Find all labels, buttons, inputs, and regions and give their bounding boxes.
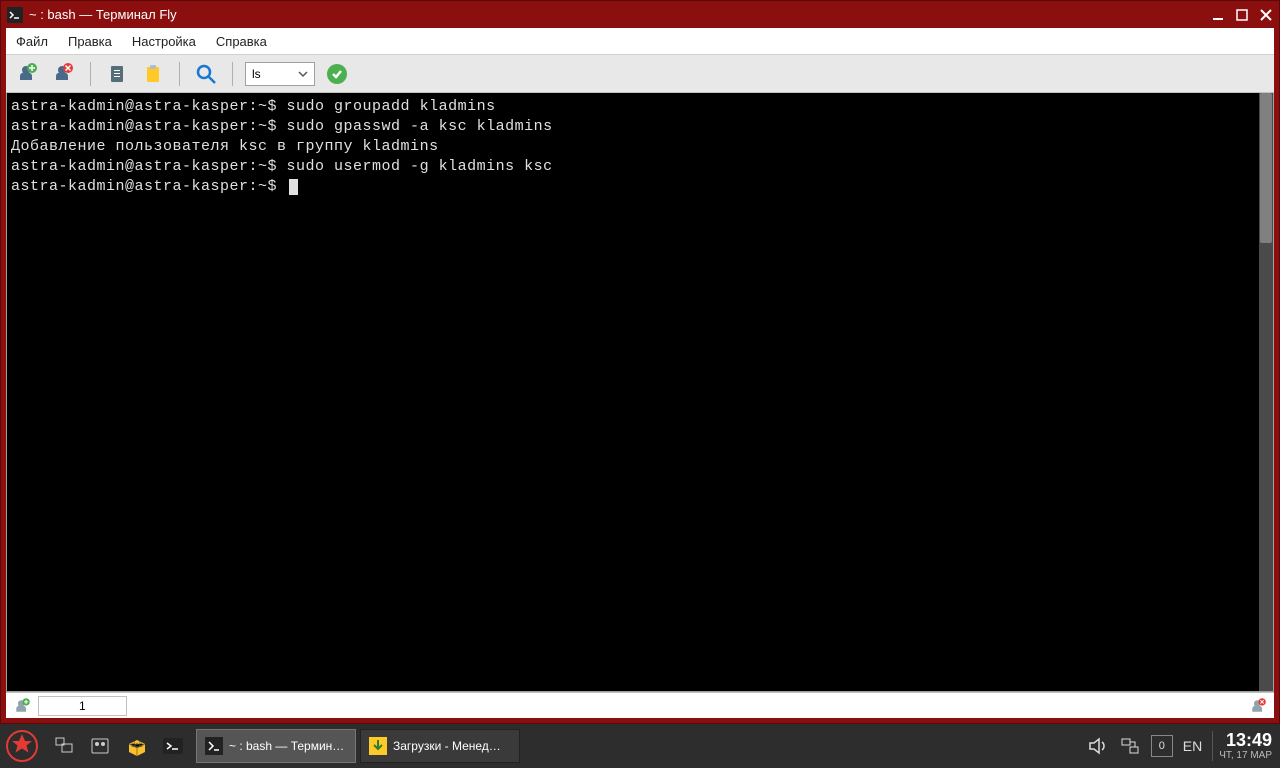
keyboard-badge[interactable]: 0 — [1151, 735, 1173, 757]
volume-icon[interactable] — [1087, 735, 1109, 757]
menu-edit[interactable]: Правка — [66, 30, 114, 53]
titlebar[interactable]: ~ : bash — Терминал Fly — [1, 1, 1279, 28]
terminal-area: astra-kadmin@astra-kasper:~$ sudo groupa… — [6, 93, 1274, 692]
network-icon[interactable] — [1119, 735, 1141, 757]
task-terminal[interactable]: ~ : bash — Термин… — [196, 729, 356, 763]
task-downloads[interactable]: Загрузки - Менед… — [360, 729, 520, 763]
menu-settings[interactable]: Настройка — [130, 30, 198, 53]
terminal-line: astra-kadmin@astra-kasper:~$ sudo gpassw… — [11, 117, 1255, 137]
toolbar-separator — [232, 62, 233, 86]
menubar: Файл Правка Настройка Справка — [6, 28, 1274, 55]
menu-file[interactable]: Файл — [14, 30, 50, 53]
new-session-button[interactable] — [14, 60, 42, 88]
close-button[interactable] — [1259, 8, 1273, 22]
ql-package-icon[interactable]: deb — [122, 731, 152, 761]
task-list: ~ : bash — Термин… Загрузки - Менед… — [196, 729, 520, 763]
window-controls — [1211, 8, 1273, 22]
cursor — [289, 179, 298, 195]
download-icon — [369, 737, 387, 755]
clock[interactable]: 13:49 ЧТ, 17 МАР — [1212, 731, 1272, 762]
minimize-button[interactable] — [1211, 8, 1225, 22]
task-label: Загрузки - Менед… — [393, 739, 501, 753]
task-label: ~ : bash — Термин… — [229, 739, 344, 753]
clock-time: 13:49 — [1219, 731, 1272, 751]
clock-date: ЧТ, 17 МАР — [1219, 750, 1272, 761]
search-button[interactable] — [192, 60, 220, 88]
toolbar-separator — [90, 62, 91, 86]
window-content: Файл Правка Настройка Справка — [6, 28, 1274, 718]
system-tray: 0 EN 13:49 ЧТ, 17 МАР — [1087, 731, 1280, 762]
terminal-icon — [7, 7, 23, 23]
add-tab-button[interactable] — [12, 696, 32, 716]
terminal-output[interactable]: astra-kadmin@astra-kasper:~$ sudo groupa… — [7, 93, 1259, 691]
run-button[interactable] — [323, 60, 351, 88]
quick-launch: deb — [44, 731, 194, 761]
terminal-line: Добавление пользователя ksc в группу kla… — [11, 137, 1255, 157]
command-combo[interactable]: ls — [245, 62, 315, 86]
paste-button[interactable] — [139, 60, 167, 88]
statusbar: 1 — [6, 692, 1274, 718]
terminal-scrollbar[interactable] — [1259, 93, 1273, 691]
svg-text:deb: deb — [131, 742, 143, 749]
toolbar: ls — [6, 55, 1274, 93]
start-menu-button[interactable] — [0, 724, 44, 768]
tab-indicator[interactable]: 1 — [38, 696, 127, 716]
terminal-line: astra-kadmin@astra-kasper:~$ sudo usermo… — [11, 157, 1255, 177]
scrollbar-thumb[interactable] — [1260, 93, 1272, 243]
ql-windows-icon[interactable] — [50, 731, 80, 761]
app-window: ~ : bash — Терминал Fly Файл Правка Наст… — [0, 0, 1280, 724]
lang-indicator[interactable]: EN — [1183, 738, 1202, 754]
maximize-button[interactable] — [1235, 8, 1249, 22]
taskbar: deb ~ : bash — Термин… Загрузки - Менед…… — [0, 724, 1280, 768]
menu-help[interactable]: Справка — [214, 30, 269, 53]
terminal-line: astra-kadmin@astra-kasper:~$ — [11, 177, 1255, 197]
close-tab-button[interactable] — [1248, 696, 1268, 716]
terminal-icon — [205, 737, 223, 755]
chevron-down-icon — [298, 69, 308, 79]
terminal-line: astra-kadmin@astra-kasper:~$ sudo groupa… — [11, 97, 1255, 117]
combo-value: ls — [252, 67, 261, 81]
toolbar-separator — [179, 62, 180, 86]
window-title: ~ : bash — Терминал Fly — [29, 7, 1211, 22]
ql-filemanager-icon[interactable] — [86, 731, 116, 761]
copy-button[interactable] — [103, 60, 131, 88]
ql-terminal-icon[interactable] — [158, 731, 188, 761]
close-session-button[interactable] — [50, 60, 78, 88]
